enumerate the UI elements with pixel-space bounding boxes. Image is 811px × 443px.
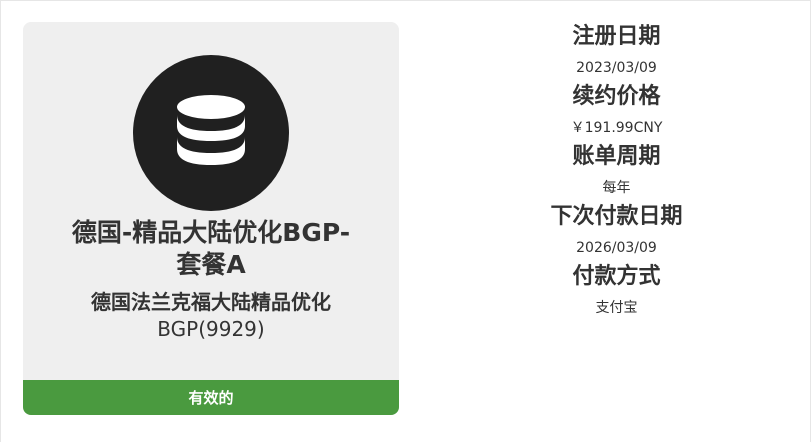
product-title-line1: 德国-精品大陆优化BGP- (71, 218, 351, 247)
detail-row-registration-date: 注册日期 2023/03/09 (520, 22, 713, 77)
product-title: 德国-精品大陆优化BGP- 套餐A (23, 217, 399, 281)
product-title-line2: 套餐A (176, 250, 246, 279)
database-icon (177, 95, 245, 165)
detail-label: 账单周期 (572, 144, 661, 169)
product-card: 德国-精品大陆优化BGP- 套餐A 德国法兰克福大陆精品优化 BGP(9929)… (23, 22, 399, 415)
detail-row-renewal-price: 续约价格 ￥191.99CNY (520, 82, 713, 137)
detail-row-next-due-date: 下次付款日期 2026/03/09 (520, 202, 713, 257)
detail-label: 付款方式 (572, 264, 661, 289)
detail-label: 下次付款日期 (550, 204, 683, 229)
detail-value: ￥191.99CNY (570, 120, 663, 136)
detail-value: 2026/03/09 (576, 240, 657, 256)
billing-details: 注册日期 2023/03/09 续约价格 ￥191.99CNY 账单周期 每年 … (520, 22, 713, 322)
product-subtitle-line1: 德国法兰克福大陆精品优化 (91, 290, 331, 314)
product-subtitle: 德国法兰克福大陆精品优化 BGP(9929) (23, 289, 399, 343)
detail-value: 支付宝 (595, 300, 638, 316)
detail-row-payment-method: 付款方式 支付宝 (520, 262, 713, 317)
detail-value: 每年 (602, 180, 631, 196)
detail-label: 续约价格 (572, 84, 661, 109)
detail-label: 注册日期 (572, 24, 661, 49)
detail-row-billing-cycle: 账单周期 每年 (520, 142, 713, 197)
detail-value: 2023/03/09 (576, 60, 657, 76)
product-subtitle-line2: BGP(9929) (157, 317, 265, 341)
product-icon-circle (133, 55, 289, 211)
status-badge: 有效的 (23, 380, 399, 415)
